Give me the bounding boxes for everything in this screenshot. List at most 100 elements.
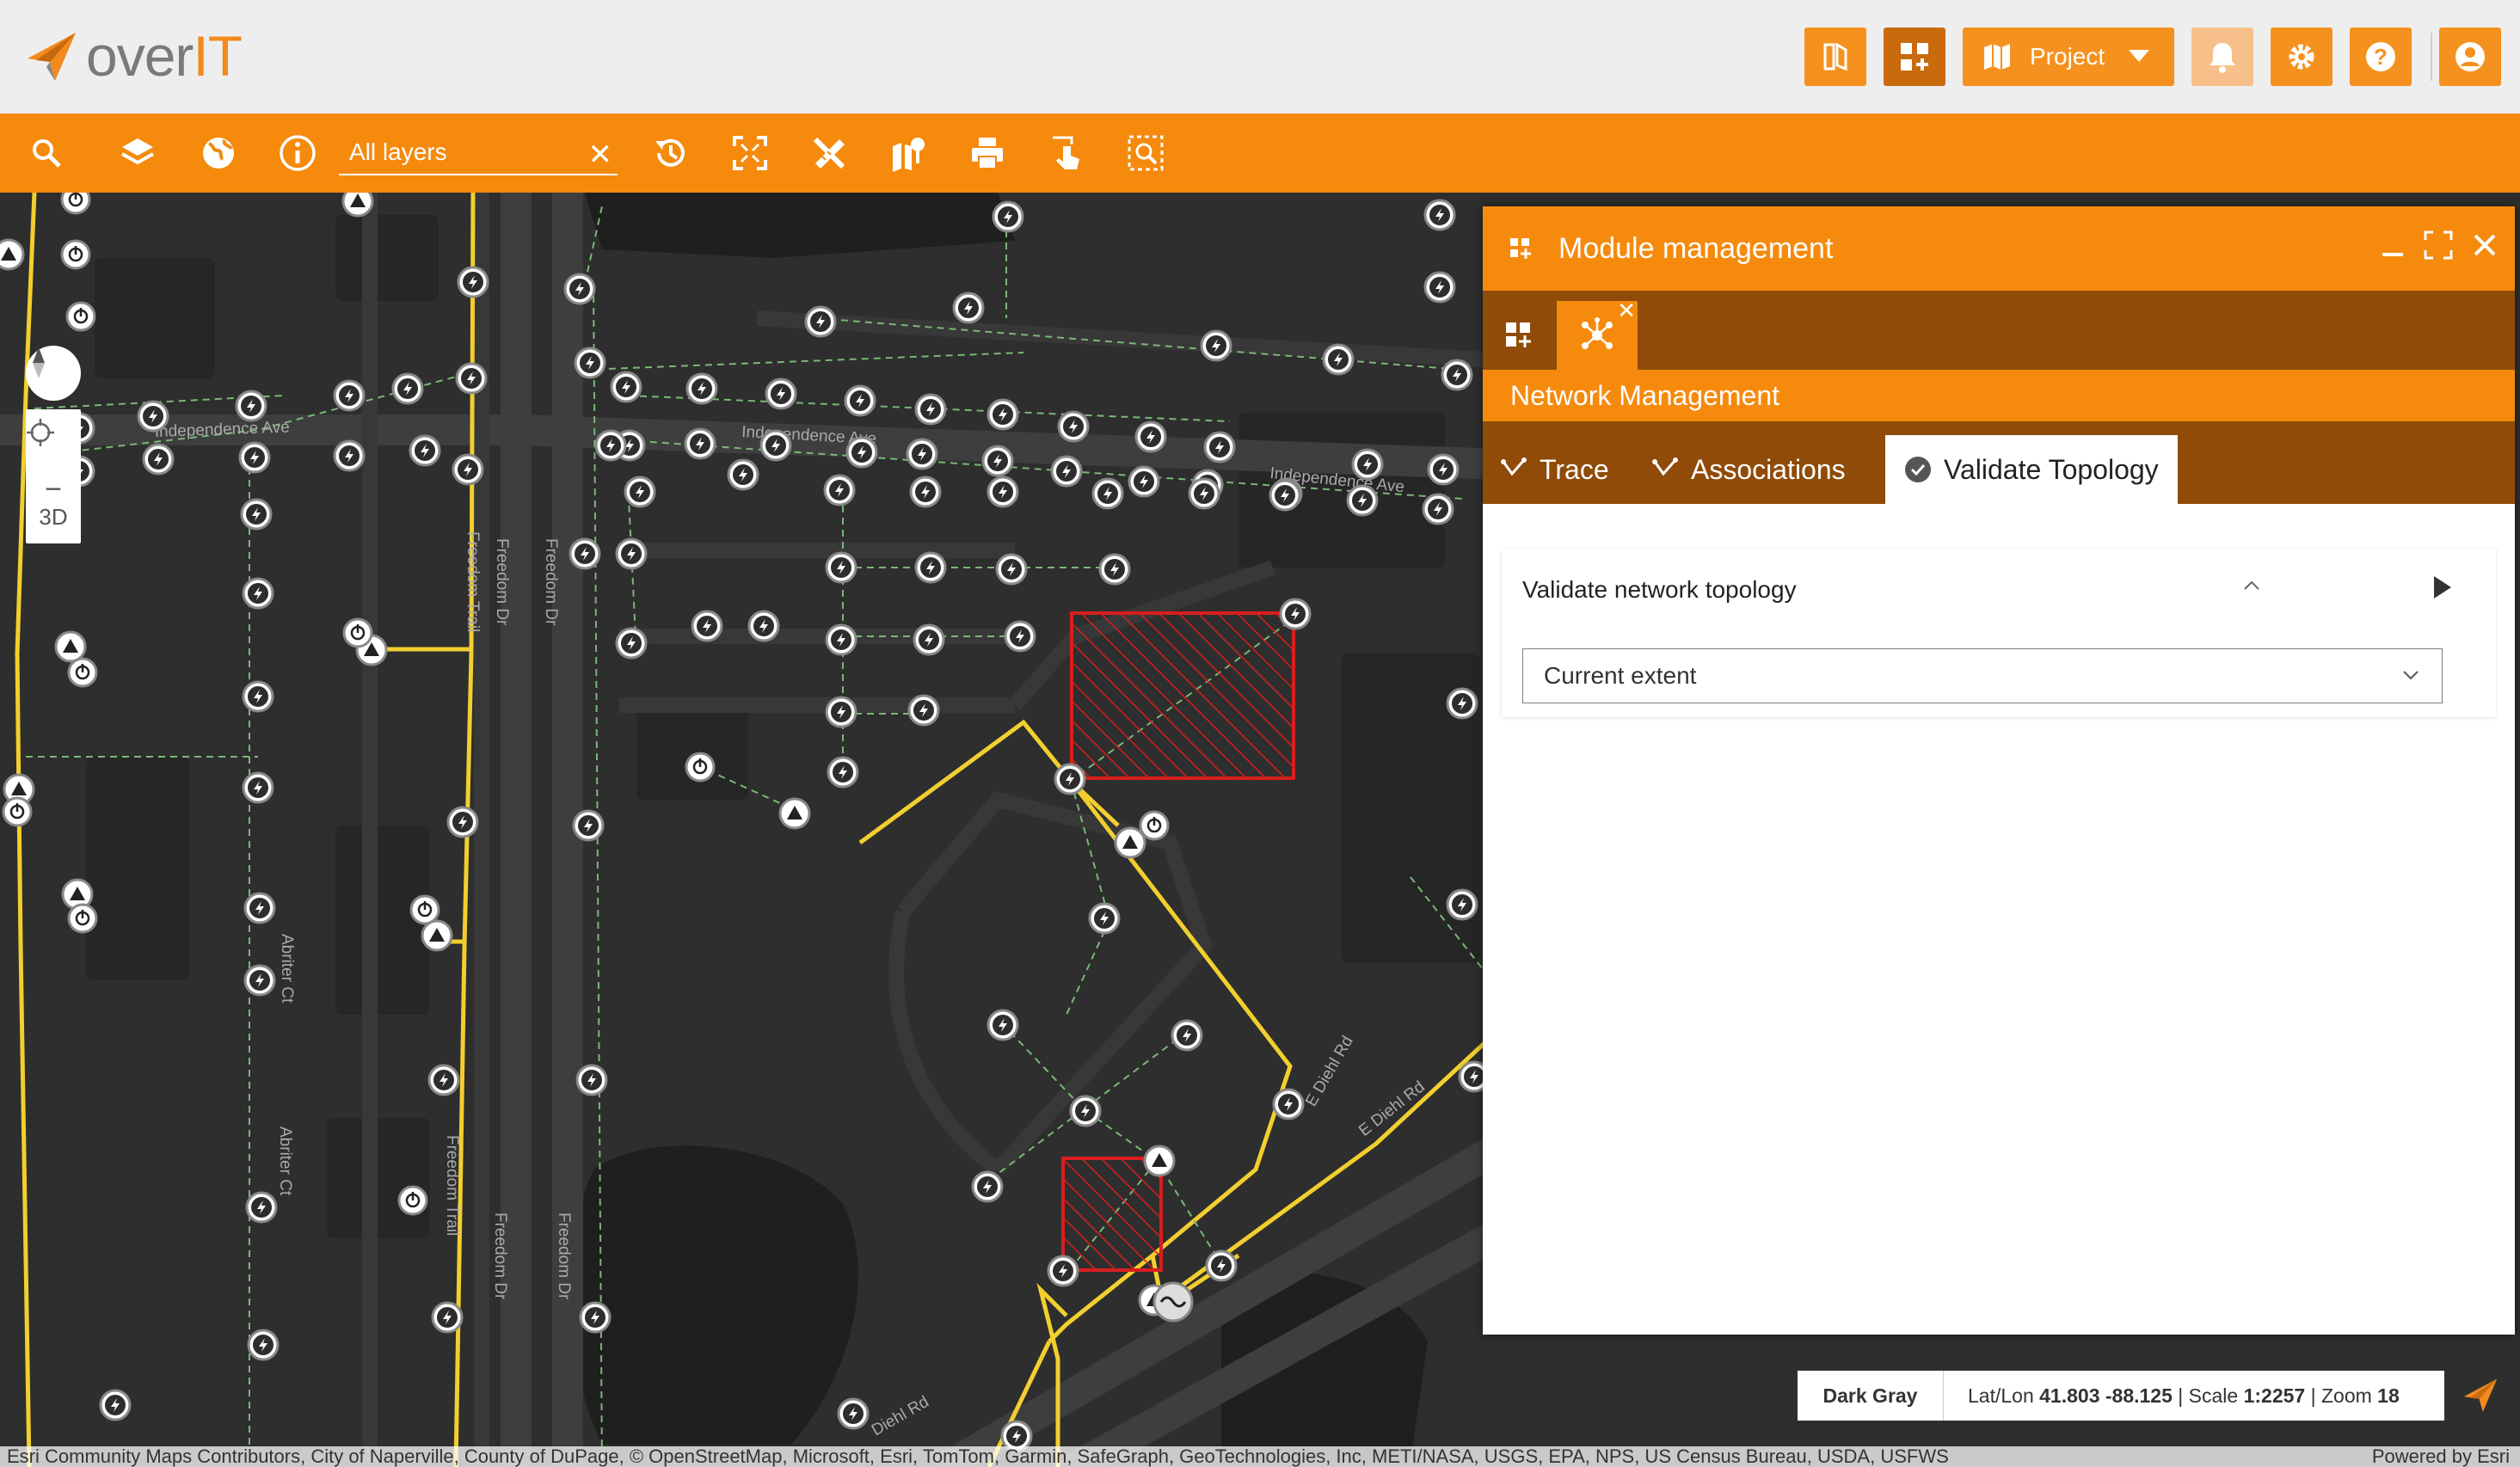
tab-associations[interactable]: Associations <box>1651 435 1846 504</box>
map-pin-tool[interactable] <box>886 132 931 174</box>
caret-down-icon <box>2129 50 2150 62</box>
print-tool[interactable] <box>965 132 1010 174</box>
bell-icon <box>2210 43 2235 73</box>
street-label: Abriter Ct <box>278 934 296 1004</box>
info-icon <box>280 135 316 171</box>
tab-trace-label: Trace <box>1540 453 1609 485</box>
notifications-button[interactable] <box>2191 28 2253 86</box>
street-label: Freedom Trail <box>464 531 482 632</box>
validate-topology-card: Validate network topology Current extent <box>1502 549 2496 717</box>
map-icon <box>1984 44 2010 70</box>
network-subtabs: Trace Associations Validate Topology <box>1483 421 2515 504</box>
card-title: Validate network topology <box>1522 576 1797 603</box>
measure-tool[interactable] <box>807 132 851 174</box>
street-label: Abriter Ct <box>276 1126 294 1196</box>
network-icon <box>1582 317 1613 349</box>
crosshair-icon <box>27 419 54 446</box>
basemap-tool[interactable] <box>196 132 241 174</box>
search-tool[interactable] <box>24 132 69 174</box>
zoom-select-icon <box>1128 135 1164 171</box>
project-label: Project <box>2030 43 2105 70</box>
module-section-title: Network Management <box>1483 370 2515 421</box>
validation-error-area[interactable] <box>1070 611 1295 780</box>
history-icon <box>655 138 685 167</box>
select-tool[interactable] <box>1044 132 1089 174</box>
map-pin-icon <box>893 138 925 172</box>
history-tool[interactable] <box>648 132 693 174</box>
module-tab-catalog[interactable] <box>1495 301 1543 370</box>
close-tab-icon[interactable]: ✕ <box>1617 298 1636 324</box>
check-circle-icon <box>1905 457 1931 482</box>
gear-icon <box>2289 44 2314 70</box>
user-account-button[interactable] <box>2439 28 2501 86</box>
overit-logo-icon <box>28 33 76 81</box>
chevron-down-icon <box>2403 671 2419 680</box>
add-module-icon <box>1506 322 1531 347</box>
tab-validate-topology[interactable]: Validate Topology <box>1885 435 2178 504</box>
trace-icon <box>1501 457 1527 476</box>
street-label: Freedom Dr <box>555 1212 573 1300</box>
settings-button[interactable] <box>2271 28 2333 86</box>
close-icon[interactable] <box>2472 230 2498 260</box>
compass-button[interactable] <box>26 346 81 401</box>
panel-header: Module management <box>1483 206 2515 291</box>
overit-corner-logo <box>2462 1376 2499 1418</box>
swap-view-icon <box>1823 42 1847 71</box>
layer-search-input[interactable] <box>339 138 562 166</box>
attribution-text: Esri Community Maps Contributors, City o… <box>7 1446 1949 1467</box>
validation-error-area[interactable] <box>1061 1157 1163 1272</box>
project-dropdown[interactable]: Project <box>1963 28 2174 86</box>
extent-select-value: Current extent <box>1544 662 1697 689</box>
app-header: overIT Project ? <box>0 0 2520 114</box>
swap-view-button[interactable] <box>1804 28 1866 86</box>
street-label: Freedom Trail <box>443 1135 461 1236</box>
modules-button[interactable] <box>1884 28 1945 86</box>
svg-text:?: ? <box>2374 44 2388 70</box>
module-tabs: ✕ <box>1483 291 2515 370</box>
add-widget-icon <box>1901 43 1928 71</box>
fullscreen-icon <box>733 136 767 170</box>
street-label: Freedom Dr <box>491 1212 509 1300</box>
identify-tool[interactable] <box>275 132 320 174</box>
coordinate-readout: Lat/Lon 41.803 -88.125 | Scale 1:2257 | … <box>1968 1384 2400 1407</box>
map-toolbar: ✕ <box>0 114 2520 193</box>
clear-search-icon[interactable]: ✕ <box>588 138 613 172</box>
map-status-bar: Dark Gray Lat/Lon 41.803 -88.125 | Scale… <box>1798 1371 2444 1421</box>
street-label: Freedom Dr <box>493 538 511 626</box>
compass-icon <box>33 347 45 378</box>
logo-wordmark: overIT <box>86 24 243 88</box>
modules-icon <box>1510 238 1531 259</box>
help-icon: ? <box>2366 42 2395 71</box>
collapse-chevron-icon[interactable] <box>2241 574 2262 602</box>
print-icon <box>972 138 1003 169</box>
header-divider <box>2431 33 2432 81</box>
module-tab-network[interactable]: ✕ <box>1557 298 1638 370</box>
user-icon <box>2455 42 2485 71</box>
maximize-icon[interactable] <box>2424 230 2453 260</box>
globe-icon <box>203 138 234 169</box>
associations-icon <box>1652 457 1678 476</box>
panel-controls <box>2381 230 2498 260</box>
tab-trace[interactable]: Trace <box>1500 435 1609 504</box>
zoom-select-tool[interactable] <box>1123 132 1168 174</box>
layers-tool[interactable] <box>115 132 160 174</box>
module-management-panel: Module management ✕ Network Management T… <box>1483 206 2515 1335</box>
locate-button[interactable] <box>26 418 81 471</box>
ruler-pencil-icon <box>813 137 845 169</box>
panel-title: Module management <box>1558 231 1834 265</box>
help-button[interactable]: ? <box>2350 28 2412 86</box>
tab-associations-label: Associations <box>1691 453 1846 485</box>
basemap-name[interactable]: Dark Gray <box>1798 1371 1944 1421</box>
minimize-icon[interactable] <box>2381 230 2405 260</box>
layers-icon <box>121 138 154 165</box>
app-root: overIT Project ? All layers ✕ Independen… <box>0 0 2520 1467</box>
3d-toggle-button[interactable]: 3D <box>26 490 81 543</box>
full-extent-tool[interactable] <box>728 132 772 174</box>
overit-logo: overIT <box>24 24 243 88</box>
run-validation-icon[interactable] <box>2434 576 2451 598</box>
tab-validate-topology-label: Validate Topology <box>1944 453 2159 485</box>
extent-select[interactable]: Current extent <box>1522 648 2443 703</box>
touch-select-icon <box>1053 136 1079 169</box>
map-attribution: Esri Community Maps Contributors, City o… <box>0 1446 2520 1467</box>
powered-by-esri[interactable]: Powered by Esri <box>2372 1446 2510 1467</box>
